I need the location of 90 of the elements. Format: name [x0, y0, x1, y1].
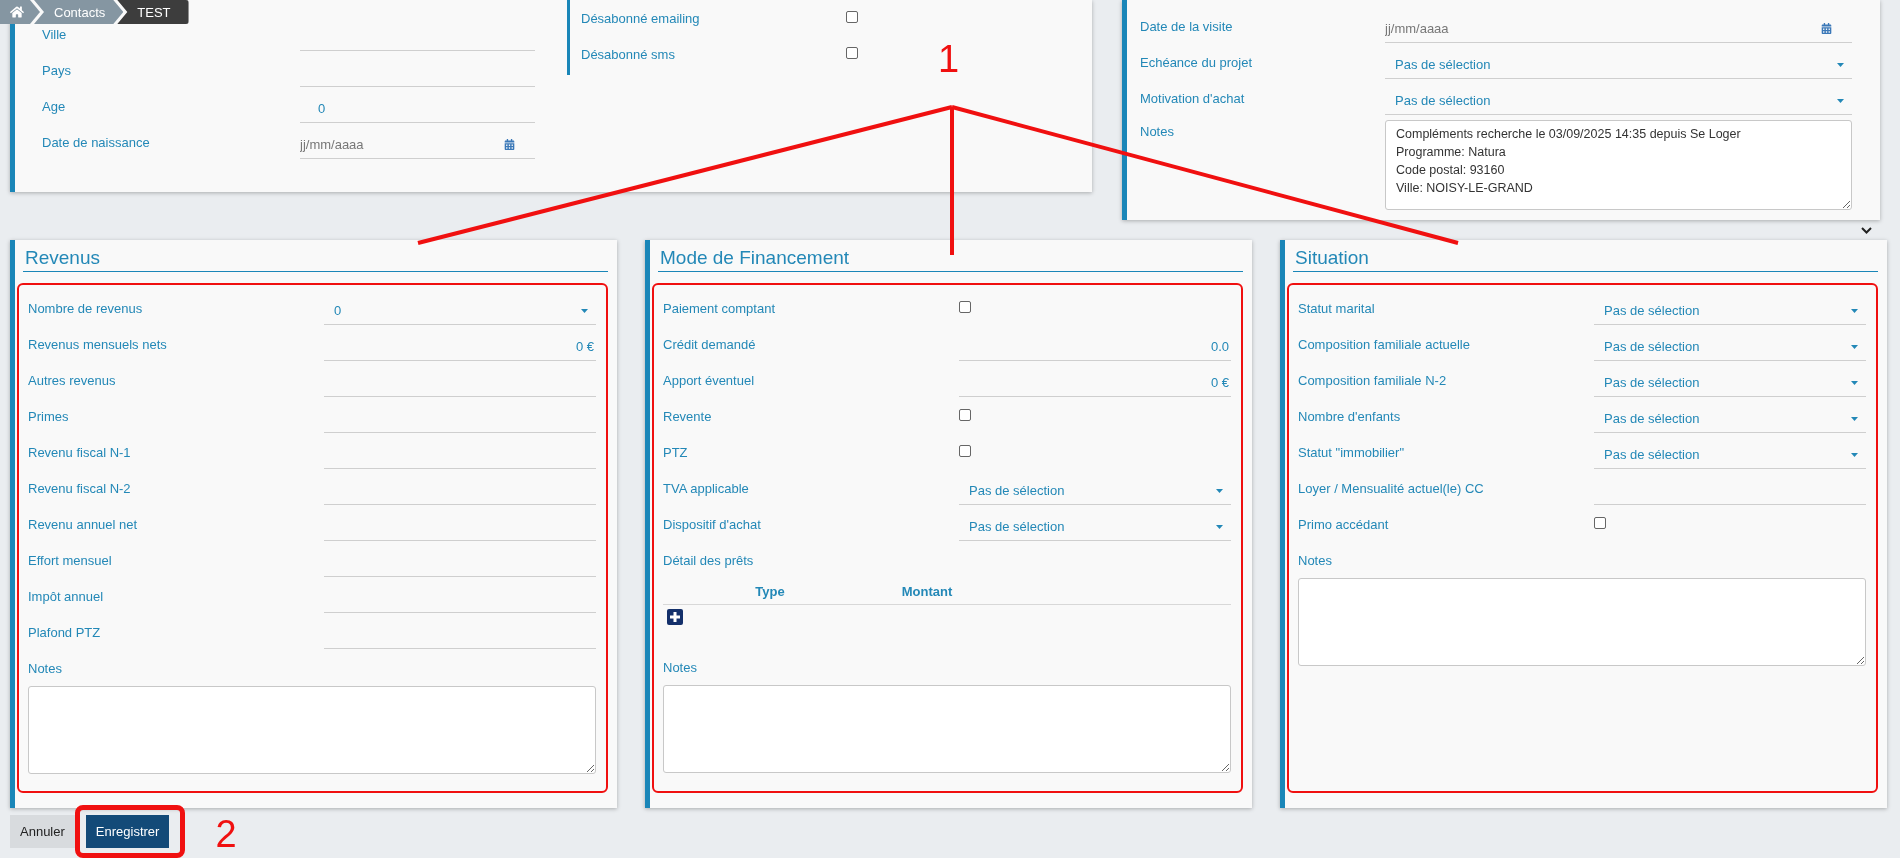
callout-number: 1 [938, 40, 960, 78]
checkbox[interactable] [959, 300, 971, 313]
amount-field[interactable]: 0.0 [959, 333, 1231, 361]
select-field[interactable]: Pas de sélection [1594, 297, 1866, 325]
field-label: Age [42, 98, 67, 114]
checkbox[interactable] [959, 444, 971, 457]
cancel-button[interactable]: Annuler [10, 815, 75, 848]
select-field[interactable]: Pas de sélection [959, 477, 1231, 505]
callout-number: 2 [215, 815, 237, 853]
field-label: Ville [42, 26, 68, 42]
field-label: Détail des prêts [663, 552, 754, 568]
field-label: Statut marital [1298, 300, 1376, 316]
select-field[interactable]: Pas de sélection [1594, 441, 1866, 469]
column-header: Type [754, 583, 786, 599]
caret-icon [1837, 98, 1844, 103]
notes-field[interactable] [663, 685, 1231, 773]
number-field[interactable]: 0 [300, 95, 535, 123]
field-label: Effort mensuel [28, 552, 113, 568]
section-title: Revenus [23, 240, 608, 272]
select-field[interactable]: Pas de sélection [1594, 333, 1866, 361]
field-label: Loyer / Mensualité actuel(le) CC [1298, 480, 1485, 496]
field-label: Date de naissance [42, 134, 151, 150]
field-label: Nombre de revenus [28, 300, 144, 316]
field-label: Notes [1298, 552, 1332, 568]
field-label: Revenus mensuels nets [28, 336, 168, 352]
home-link[interactable] [0, 0, 40, 24]
caret-icon [1851, 416, 1858, 421]
field-label: Revente [663, 408, 713, 424]
field-label: Primes [28, 408, 70, 424]
caret-icon [1837, 62, 1844, 67]
caret-icon [1216, 488, 1223, 493]
field-label: Motivation d'achat [1140, 90, 1246, 106]
field-label: Composition familiale actuelle [1298, 336, 1471, 352]
select-field[interactable]: Pas de sélection [1385, 87, 1852, 115]
field-label: PTZ [663, 444, 689, 460]
notes-field[interactable] [28, 686, 596, 774]
notes-field[interactable]: Compléments recherche le 03/09/2025 14:35 depuis Se Loger Programme: Natura Code postal: 93160 Ville: NOISY-LE-GRAND [1385, 120, 1852, 210]
field-label: Statut "immobilier" [1298, 444, 1406, 460]
field-label: Revenu fiscal N-1 [28, 444, 132, 460]
field-label: Désabonné emailing [581, 10, 701, 26]
field-label: Paiement comptant [663, 300, 776, 316]
field-label: Impôt annuel [28, 588, 105, 604]
field-label: Revenu annuel net [28, 516, 139, 532]
field-label: Pays [42, 62, 72, 78]
section-title: Mode de Financement [658, 240, 1243, 272]
select-field[interactable]: Pas de sélection [1385, 51, 1852, 79]
field-label: Désabonné sms [581, 46, 676, 62]
calendar-icon[interactable] [1821, 23, 1832, 34]
breadcrumb-link[interactable]: Contacts [34, 0, 124, 24]
caret-icon [1851, 452, 1858, 457]
select-field[interactable]: Pas de sélection [959, 513, 1231, 541]
amount-field[interactable]: 0 € [324, 333, 596, 361]
field-label: Notes [1140, 124, 1175, 139]
date-field[interactable]: jj/mm/aaaa [1385, 15, 1852, 43]
select-field[interactable]: 0 [324, 297, 596, 325]
field-label: TVA applicable [663, 480, 750, 496]
amount-field[interactable]: 0 € [959, 369, 1231, 397]
column-header: Montant [900, 583, 954, 599]
caret-icon [581, 308, 588, 313]
select-field[interactable]: Pas de sélection [1594, 405, 1866, 433]
section-title: Situation [1293, 240, 1878, 272]
checkbox[interactable] [846, 10, 858, 23]
home-icon [10, 5, 24, 19]
field-label: Notes [663, 659, 697, 675]
add-icon[interactable] [667, 609, 683, 625]
caret-icon [1216, 524, 1223, 529]
field-label: Apport éventuel [663, 372, 756, 388]
field-label: Crédit demandé [663, 336, 757, 352]
field-label: Dispositif d'achat [663, 516, 762, 532]
field-label: Echéance du projet [1140, 54, 1254, 70]
save-button[interactable]: Enregistrer [85, 815, 170, 848]
field-label: Nombre d'enfants [1298, 408, 1402, 424]
field-label: Date de la visite [1140, 18, 1234, 34]
checkbox[interactable] [959, 408, 971, 421]
caret-icon [1851, 344, 1858, 349]
breadcrumb-link[interactable]: TEST [117, 0, 189, 24]
field-label: Composition familiale N-2 [1298, 372, 1448, 388]
caret-icon [1851, 308, 1858, 313]
checkbox[interactable] [1594, 516, 1606, 529]
select-field[interactable]: Pas de sélection [1594, 369, 1866, 397]
field-label: Primo accédant [1298, 516, 1390, 532]
field-label: Revenu fiscal N-2 [28, 480, 132, 496]
field-label: Autres revenus [28, 372, 117, 388]
field-label: Notes [28, 660, 62, 676]
notes-field[interactable] [1298, 578, 1866, 666]
checkbox[interactable] [846, 46, 858, 59]
calendar-icon[interactable] [504, 139, 515, 150]
chevron-down-icon[interactable] [1861, 226, 1872, 234]
caret-icon [1851, 380, 1858, 385]
field-label: Plafond PTZ [28, 624, 102, 640]
